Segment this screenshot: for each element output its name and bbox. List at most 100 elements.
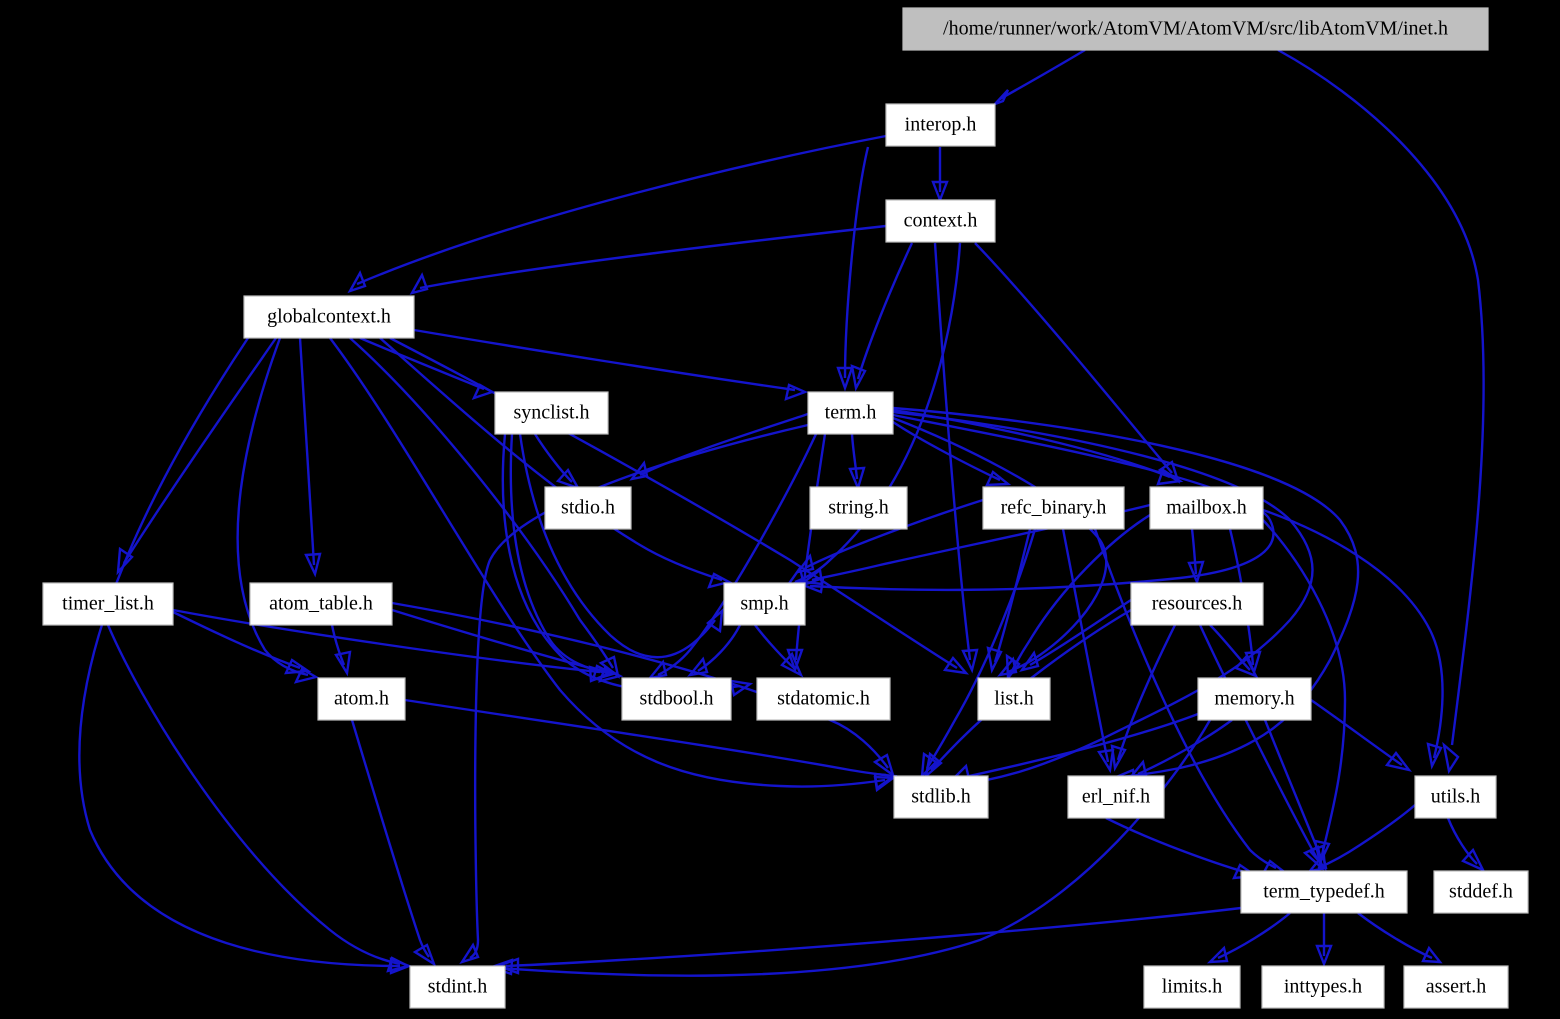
node-inttypes[interactable]: inttypes.h [1261,965,1385,1009]
edge-context-to-mailbox [974,242,1181,484]
edge-memory-to-stdlib [948,712,1199,782]
edge-interop-to-globalcontext [347,134,887,294]
node-globalcontext[interactable]: globalcontext.h [243,295,415,339]
node-synclist[interactable]: synclist.h [494,391,609,435]
node-label: stdbool.h [640,688,714,710]
edge-interop-to-term [836,146,870,392]
dependency-graph-canvas: /home/runner/work/AtomVM/AtomVM/src/libA… [0,0,1560,1019]
edge-refc_binary-to-stdlib [920,528,1037,780]
node-stdlib[interactable]: stdlib.h [893,775,989,819]
node-stdio[interactable]: stdio.h [544,486,632,530]
node-label: stdint.h [428,976,487,998]
edge-synclist-to-smp [518,433,724,659]
edges-layer [78,48,1486,977]
edge-synclist-to-stdatomic [501,433,754,698]
node-refc_binary[interactable]: refc_binary.h [982,486,1125,530]
edge-line [1029,598,1132,667]
node-context[interactable]: context.h [885,199,996,243]
node-label: erl_nif.h [1082,786,1150,808]
edge-arrowhead [942,656,970,675]
node-label: assert.h [1426,976,1487,998]
edge-context-to-globalcontext [409,224,887,295]
edge-line [959,712,1199,780]
node-label: mailbox.h [1166,497,1247,519]
edge-line [754,624,796,670]
node-limits[interactable]: limits.h [1143,965,1241,1009]
edge-line [298,337,316,566]
node-label: timer_list.h [62,593,154,615]
node-stdatomic[interactable]: stdatomic.h [756,677,891,721]
edge-line [78,337,401,968]
node-smp[interactable]: smp.h [723,582,806,626]
node-term[interactable]: term.h [807,391,894,435]
node-atom[interactable]: atom.h [317,677,406,721]
edge-memory-to-utils [1310,699,1412,772]
edge-line [1277,48,1485,746]
edge-line [999,48,1086,101]
node-assert[interactable]: assert.h [1403,965,1509,1009]
edge-arrowhead [347,270,367,294]
node-label: context.h [904,210,978,232]
node-label: stdlib.h [911,786,970,808]
node-label: list.h [994,688,1033,710]
node-term_typedef[interactable]: term_typedef.h [1240,870,1408,914]
edge-line [1446,817,1478,865]
edge-line [1262,508,1444,759]
edge-line [505,906,1242,968]
nodes-layer: /home/runner/work/AtomVM/AtomVM/src/libA… [42,7,1529,1009]
edge-line [106,624,401,966]
edge-mailbox-to-utils [1262,508,1444,770]
node-list[interactable]: list.h [977,677,1051,721]
node-interop[interactable]: interop.h [885,103,996,147]
edge-context-to-list [933,242,979,674]
node-erl_nif[interactable]: erl_nif.h [1067,775,1165,819]
node-stddef[interactable]: stddef.h [1433,870,1529,914]
edge-line [1357,912,1433,960]
edge-line [850,433,859,480]
node-resources[interactable]: resources.h [1130,582,1264,626]
node-inet[interactable]: /home/runner/work/AtomVM/AtomVM/src/libA… [902,7,1489,51]
node-stdbool[interactable]: stdbool.h [621,677,732,721]
node-label: synclist.h [513,402,589,424]
edge-line [518,433,716,659]
node-utils[interactable]: utils.h [1414,775,1497,819]
node-label: string.h [828,497,889,519]
edge-memory-to-erl_nif [1127,719,1233,780]
edge-inet-to-utils [1277,48,1485,775]
edge-smp-to-stdbool [687,624,742,677]
node-mailbox[interactable]: mailbox.h [1149,486,1264,530]
edge-resources-to-list [1019,598,1132,672]
edge-line [1116,624,1177,761]
node-timer_list[interactable]: timer_list.h [42,582,174,626]
edge-arrowhead [687,656,709,677]
edge-context-to-term [850,242,914,392]
edge-atom-to-stdint [350,719,437,967]
edge-utils-to-stddef [1446,817,1486,873]
edge-line [350,719,430,958]
node-atom_table[interactable]: atom_table.h [249,582,393,626]
edge-timer_list-to-stdint [106,624,412,973]
edge-line [974,242,1173,474]
node-label: stddef.h [1449,881,1513,903]
node-stdint[interactable]: stdint.h [409,965,506,1009]
edge-inet-to-interop [994,48,1086,106]
node-string[interactable]: string.h [809,486,908,530]
edge-resources-to-erl_nif [1110,624,1177,772]
edge-line [356,134,887,286]
node-label: atom_table.h [269,593,373,615]
node-label: utils.h [1431,786,1480,808]
edge-synclist-to-stdio [533,433,581,491]
node-memory[interactable]: memory.h [1197,677,1312,721]
edge-globalcontext-to-atom_table [298,337,322,578]
node-label: stdio.h [561,497,615,519]
edge-term_typedef-to-assert [1357,912,1443,964]
edge-arrowhead [872,753,896,779]
edge-term_typedef-to-limits [1206,912,1291,964]
edge-line [1105,816,1249,875]
node-label: globalcontext.h [267,306,391,328]
node-label: interop.h [905,114,977,136]
edge-arrowhead [795,553,815,574]
edge-term-to-string [848,433,866,492]
node-label: limits.h [1162,976,1223,998]
edge-line [1310,699,1403,766]
